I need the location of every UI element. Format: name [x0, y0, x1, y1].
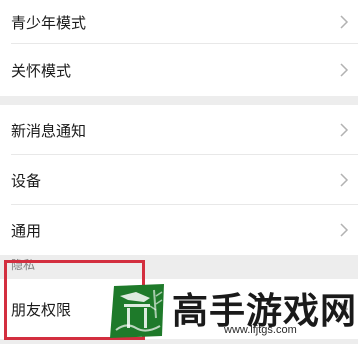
- chevron-right-icon: [338, 62, 350, 78]
- settings-item-devices[interactable]: 设备: [0, 155, 358, 205]
- watermark: 高手游戏网 www.lfjtgs.com: [106, 276, 356, 343]
- chevron-right-icon: [338, 222, 350, 238]
- settings-item-label: 关怀模式: [11, 61, 72, 80]
- settings-item-new-message-notifications[interactable]: 新消息通知: [0, 105, 358, 155]
- chevron-right-icon: [338, 14, 350, 30]
- watermark-logo-icon: [106, 282, 168, 340]
- settings-group-2: 新消息通知 设备 通用: [0, 105, 358, 255]
- chevron-right-icon: [338, 122, 350, 138]
- settings-item-label: 青少年模式: [11, 13, 87, 32]
- settings-item-label: 设备: [11, 171, 42, 190]
- section-gap: [0, 96, 358, 105]
- watermark-url: www.lfjtgs.com: [224, 324, 297, 336]
- settings-item-label: 新消息通知: [11, 121, 87, 140]
- settings-item-label: 通用: [11, 221, 42, 240]
- settings-item-general[interactable]: 通用: [0, 205, 358, 255]
- settings-item-teen-mode[interactable]: 青少年模式: [0, 0, 358, 44]
- settings-item-care-mode[interactable]: 关怀模式: [0, 44, 358, 96]
- settings-group-1: 青少年模式 关怀模式: [0, 0, 358, 96]
- chevron-right-icon: [338, 172, 350, 188]
